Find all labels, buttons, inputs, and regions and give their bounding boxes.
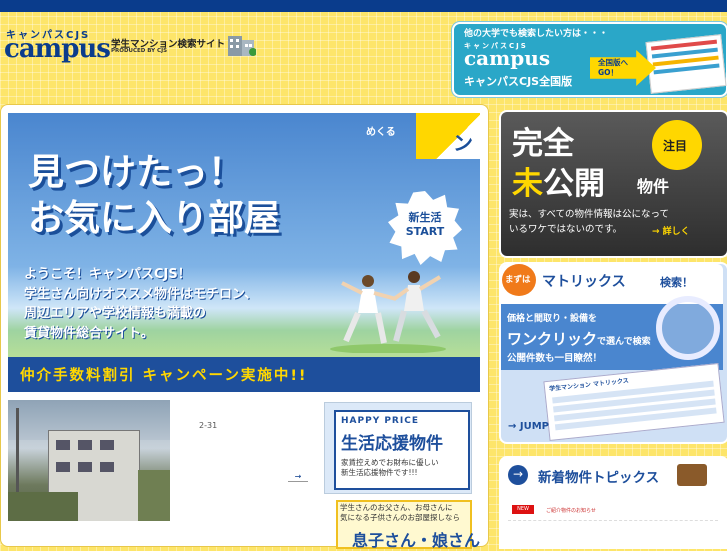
matrix-p2: で選んで検索 [597,337,651,347]
promo-cta-line1: 全国版へ [598,58,628,67]
unreleased-desc: 実は、すべての物件情報は公になって いるワケではないのです。 [509,207,669,237]
attention-badge-text: 注目 [663,139,688,153]
page-peel-label: ン [453,131,473,155]
promo-cta-line2: GO！ [598,68,619,77]
intro-line-1: ようこそ！キャンパスCJS！ [24,267,191,282]
parent-desc-line-2: 気になる子供さんのお部屋探しなら [340,513,460,522]
building-icon [228,36,256,56]
suitcase-icon [677,464,707,486]
happy-price-title: 生活応援物件 [341,434,443,454]
peel-hint: めくる [366,127,396,138]
matrix-title: マトリックス [542,274,626,290]
news-date: 2-31 [199,421,218,430]
starburst-text: 新生活 START [391,211,459,239]
logo[interactable]: campus [4,34,111,64]
more-link[interactable]: → [288,472,308,482]
promo-logo: campus [464,46,551,70]
unreleased-line-2: 未公開 [512,158,605,203]
unreleased-desc-line-2: いるワケではないのです。 [509,224,623,235]
top-bar [0,0,727,12]
promo-cta[interactable]: 全国版へ GO！ [598,58,628,78]
burst-line-2: START [405,225,445,238]
unreleased-line-1: 完全 [512,126,574,162]
parent-desc-line-1: 学生さんのお父さん、お母さんに [340,503,453,512]
unreleased-desc-line-1: 実は、すべての物件情報は公になって [509,209,669,220]
intro-line-2: 学生さん向けオススメ物件はモチロン、 [24,286,258,302]
hero-headline-1: 見つけたっ！ [28,152,245,193]
unreleased-mi: 未 [512,166,543,202]
hero-banner[interactable]: ン めくる 見つけたっ！ お気に入り部屋 新生活 START ようこそ！キャンパ… [8,113,480,392]
topic-item-text[interactable]: ご紹介物件のお知らせ [546,507,596,514]
parent-desc: 学生さんのお父さん、お母さんに 気になる子供さんのお部屋探しなら [340,503,460,523]
matrix-p3: 公開件数も一目瞭然！ [507,353,603,364]
promo-lead: 他の大学でも検索したい方は・・・ [464,29,609,39]
new-badge: NEW [512,505,534,514]
topic-row[interactable] [508,500,718,521]
property-photo[interactable] [8,400,170,521]
matrix-p2-line: ワンクリックで選んで検索 [507,328,651,349]
first-badge-text: まずは [505,275,531,285]
produced-by: PRODUCED BY CJS [111,48,168,54]
intro-line-4: 賃貸物件総合サイト。 [24,325,154,341]
arrow-glyph: → [513,467,524,481]
matrix-p1: 価格と間取り・設備を [507,314,598,324]
details-link[interactable]: → 詳しく [652,224,690,237]
one-click: ワンクリック [507,330,598,348]
matrix-title-2: 検索！ [660,276,693,289]
intro-text: ようこそ！キャンパスCJS！ 学生さん向けオススメ物件はモチロン、 周辺エリアや… [24,265,257,343]
intro-line-3: 周辺エリアや学校情報も満載の [24,306,207,321]
burst-line-1: 新生活 [408,211,442,224]
jump-link[interactable]: → JUMP [508,421,549,432]
unreleased-suffix: 物件 [637,177,670,196]
national-version-banner-content[interactable]: 他の大学でも検索したい方は・・・ キャンパスCJS campus キャンパスCJ… [452,22,727,95]
happy-price-label: HAPPY PRICE [341,416,419,426]
happy-desc-line-1: 家賃控えめでお財布に優しい [341,458,439,467]
happy-desc-line-2: 新生活応援物件です!!! [341,468,418,477]
magnifier-icon [656,296,720,360]
unreleased-kokai: 公開 [543,166,605,202]
students-photo [330,271,446,353]
happy-price-desc: 家賃控えめでお財布に優しい 新生活応援物件です!!! [341,458,439,478]
promo-name: キャンパスCJS全国版 [464,75,573,88]
parent-title: 息子さん・娘さん [352,531,481,550]
promo-preview-image [645,34,727,94]
campaign-banner-text: 仲介手数料割引 キャンペーン実施中!! [20,368,308,384]
topics-title: 新着物件トピックス [538,470,660,486]
hero-headline-2: お気に入り部屋 [28,198,281,239]
